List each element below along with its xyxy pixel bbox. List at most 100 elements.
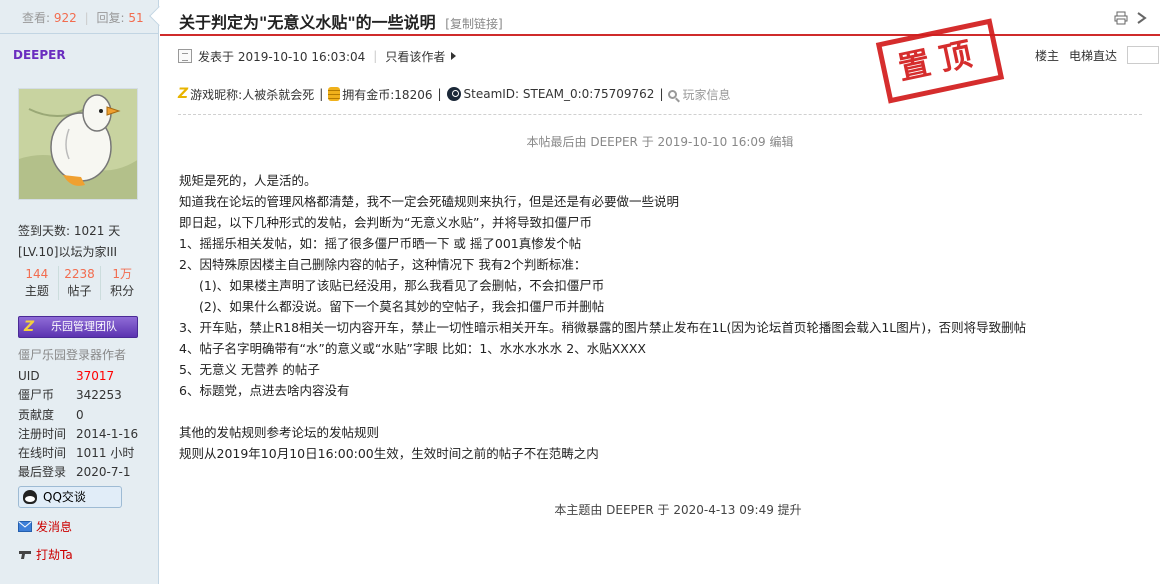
replies-count: 51 xyxy=(128,11,144,25)
post-line: (1)、如果楼主声明了该贴已经没用，那么我看见了会删帖，不会扣僵尸币 xyxy=(199,278,605,293)
info-divider: | xyxy=(437,87,442,101)
post-line xyxy=(179,401,1026,422)
stat-label: 主题 xyxy=(24,284,49,298)
team-badge[interactable]: Z 乐园管理团队 xyxy=(18,316,138,338)
post-line: 1、摇摇乐相关发帖，如：摇了很多僵尸币晒一下 或 摇了001真惨发个帖 xyxy=(179,236,582,251)
post-line: 规则从2019年10月10日16:00:00生效，生效时间之前的帖子不在范畴之内 xyxy=(179,446,599,461)
player-info-link[interactable]: 玩家信息 xyxy=(682,86,730,103)
elevator-label: 电梯直达 xyxy=(1069,48,1118,63)
post-line: 2、因特殊原因楼主自己删除内容的帖子，这种情况下 我有2个判断标准： xyxy=(179,257,587,272)
thread-header: 关于判定为"无意义水贴"的一些说明 [复制链接] xyxy=(160,0,1160,36)
game-info: Z 游戏昵称:人被杀就会死 | 拥有金币:18206 | SteamID: ST… xyxy=(178,85,731,103)
envelope-icon xyxy=(18,521,32,532)
profile-row: 贡献度 0 xyxy=(18,406,138,425)
post-line: 3、开车贴，禁止R18相关一切内容开车，禁止一切性暗示相关开车。稍微暴露的图片禁… xyxy=(179,320,1027,335)
bump-note: 本主题由 DEEPER 于 2020-4-13 09:49 提升 xyxy=(554,503,802,517)
stat-threads[interactable]: 144 主题 xyxy=(16,266,59,300)
profile-key: 僵尸币 xyxy=(18,388,55,403)
elevator-input[interactable] xyxy=(1127,46,1160,64)
post-line: 即日起，以下几种形式的发帖，会判断为“无意义水贴”，并将导致扣僵尸币 xyxy=(179,215,592,230)
goose-avatar-image xyxy=(19,89,137,199)
profile-key: 最后登录 xyxy=(18,465,67,480)
post-line: 其他的发帖规则参考论坛的发帖规则 xyxy=(179,425,380,440)
post-time: 发表于 2019-10-10 16:03:04 xyxy=(198,49,366,64)
post-line: 5、无意义 无营养 的帖子 xyxy=(179,362,320,377)
floor-tools: 楼主 电梯直达 xyxy=(1035,46,1160,64)
info-divider: | xyxy=(319,87,324,101)
views-label: 查看: xyxy=(22,11,51,25)
profile-row: 注册时间 2014-1-16 xyxy=(18,425,138,444)
stat-value: 2238 xyxy=(64,267,95,281)
post-line: 4、帖子名字明确带有“水”的意义或“水贴”字眼 比如：1、水水水水水 2、水贴X… xyxy=(179,341,646,356)
steam-icon xyxy=(446,87,461,101)
team-badge-label: 乐园管理团队 xyxy=(51,320,117,333)
print-icon[interactable] xyxy=(1114,11,1128,25)
thread-title: 关于判定为"无意义水贴"的一些说明 [复制链接] xyxy=(179,9,503,33)
send-message-link[interactable]: 发消息 xyxy=(18,518,72,535)
replies-label: 回复: xyxy=(96,11,125,25)
profile-value: 2014-1-16 xyxy=(76,426,139,441)
team-logo-icon: Z xyxy=(24,319,35,335)
stat-label: 帖子 xyxy=(67,284,92,298)
signin-days: 签到天数: 1021 天 xyxy=(18,224,121,238)
stat-label: 积分 xyxy=(110,284,135,298)
hit-ta-label: 打劫Ta xyxy=(36,548,73,562)
meta-divider: | xyxy=(373,49,378,63)
z-logo-icon: Z xyxy=(178,86,189,102)
profile-row: 最后登录 2020-7-1 xyxy=(18,463,138,482)
profile-value: 342253 xyxy=(76,388,122,403)
stats-divider: | xyxy=(84,11,89,25)
info-divider: | xyxy=(659,87,664,101)
stat-value: 144 xyxy=(25,267,49,281)
stat-posts[interactable]: 2238 帖子 xyxy=(59,266,102,300)
author-name-link[interactable]: DEEPER xyxy=(13,48,66,62)
steam-id: SteamID: STEAM_0:0:75709762 xyxy=(463,87,655,101)
uid-link[interactable]: 37017 xyxy=(76,367,114,386)
magnifier-icon xyxy=(668,89,678,99)
profile-row: 在线时间 1011 小时 xyxy=(18,444,138,463)
next-thread-icon[interactable] xyxy=(1136,11,1148,25)
avatar[interactable] xyxy=(18,88,138,200)
qq-chat-label: QQ交谈 xyxy=(43,490,86,504)
profile-value: 1011 小时 xyxy=(76,446,135,461)
profile-key: 贡献度 xyxy=(18,407,55,422)
author-sidebar: 查看: 922 | 回复: 51 DEEPER 签到天数: 1021 天 [LV… xyxy=(0,0,169,584)
profile-key: 在线时间 xyxy=(18,446,67,461)
post-body: 规矩是死的，人是活的。 知道我在论坛的管理风格都清楚，我不一定会死磕规则来执行，… xyxy=(179,170,1026,464)
send-message-label: 发消息 xyxy=(36,520,73,534)
profile-value: 2020-7-1 xyxy=(76,465,131,480)
caret-right-icon xyxy=(451,52,457,60)
floor-label: 楼主 xyxy=(1035,48,1060,63)
page-title: 关于判定为"无意义水贴"的一些说明 xyxy=(179,13,436,32)
content-divider xyxy=(178,114,1142,115)
stat-value: 1万 xyxy=(112,267,132,281)
post-icon xyxy=(178,49,192,63)
edit-note: 本帖最后由 DEEPER 于 2019-10-10 16:09 编辑 xyxy=(526,135,794,149)
post-meta: 发表于 2019-10-10 16:03:04 | 只看该作者 xyxy=(178,46,457,66)
pistol-icon xyxy=(19,551,31,559)
author-info: 签到天数: 1021 天 [LV.10]以坛为家III xyxy=(18,221,120,263)
post-line: 6、标题党，点进去啥内容没有 xyxy=(179,383,350,398)
qq-penguin-icon xyxy=(23,490,37,504)
author-only-link[interactable]: 只看该作者 xyxy=(385,48,445,65)
header-tools xyxy=(1114,11,1148,25)
hit-ta-link[interactable]: 打劫Ta xyxy=(18,546,73,563)
custom-title: 僵尸乐园登录器作者 xyxy=(18,348,127,362)
stat-credits[interactable]: 1万 积分 xyxy=(101,266,143,300)
gold-coins: 拥有金币:18206 xyxy=(342,87,433,102)
profile-value: 0 xyxy=(76,407,84,422)
qq-chat-button[interactable]: QQ交谈 xyxy=(18,486,122,508)
views-count: 922 xyxy=(53,11,77,25)
profile-row: UID 37017 xyxy=(18,367,138,386)
profile-key: UID xyxy=(18,369,40,383)
thread-stats: 查看: 922 | 回复: 51 xyxy=(0,0,169,34)
copy-link-button[interactable]: [复制链接] xyxy=(445,17,502,31)
user-level[interactable]: [LV.10]以坛为家III xyxy=(18,242,120,263)
post-line: (2)、如果什么都没说。留下一个莫名其妙的空帖子，我会扣僵尸币并删帖 xyxy=(199,299,605,314)
profile-table: UID 37017 僵尸币 342253 贡献度 0 注册时间 2014-1-1… xyxy=(18,367,138,483)
coin-stack-icon xyxy=(328,87,341,101)
post-line: 知道我在论坛的管理风格都清楚，我不一定会死磕规则来执行，但是还是有必要做一些说明 xyxy=(179,194,680,209)
profile-row: 僵尸币 342253 xyxy=(18,386,138,405)
profile-key: 注册时间 xyxy=(18,426,67,441)
game-nickname: 游戏昵称:人被杀就会死 xyxy=(190,87,315,102)
